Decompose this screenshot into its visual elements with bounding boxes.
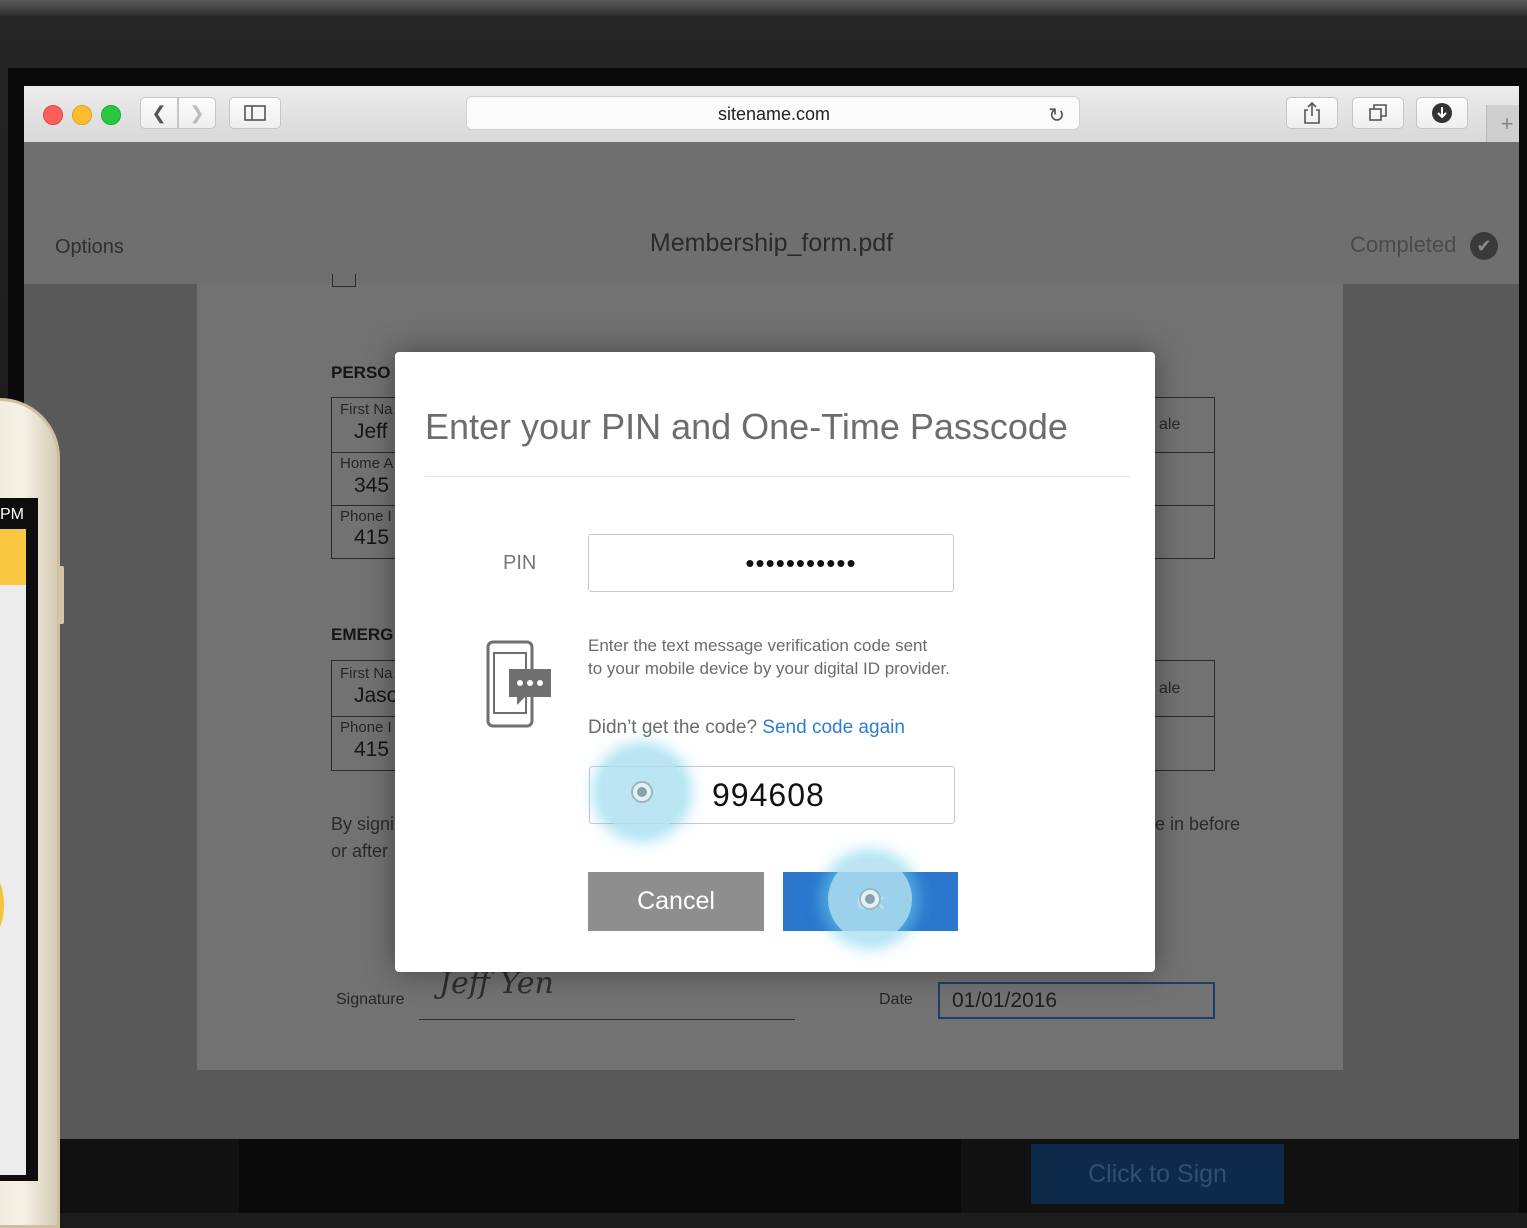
home-address-value[interactable]: 345 (354, 474, 389, 498)
divider (331, 452, 401, 453)
emergency-first-name-value[interactable]: Jaso (354, 684, 398, 708)
pin-label: PIN (503, 552, 537, 574)
tabs-overview-button[interactable] (1352, 97, 1404, 129)
phone-notification-bar (0, 529, 26, 585)
chevron-left-icon: ❮ (151, 102, 167, 123)
phone-clock: PM (0, 506, 24, 523)
personal-section-heading: PERSO (331, 363, 391, 382)
instruction-text-line1: Enter the text message verification code… (588, 636, 928, 655)
cancel-button[interactable]: Cancel (588, 872, 764, 931)
back-button[interactable]: ❮ (140, 97, 178, 129)
download-icon (1432, 103, 1452, 123)
app-header (24, 142, 1519, 284)
divider (1152, 452, 1215, 453)
divider (1152, 505, 1215, 506)
pin-passcode-dialog: Enter your PIN and One-Time Passcode PIN… (395, 352, 1155, 972)
divider (331, 505, 401, 506)
sidebar-toggle-button[interactable] (229, 97, 281, 129)
zoom-window-button[interactable] (101, 105, 121, 125)
divider (331, 716, 401, 717)
emergency-first-name-label: First Na (340, 665, 393, 682)
tabs-icon (1369, 104, 1387, 121)
completed-status: Completed (1350, 232, 1457, 257)
browser-toolbar: ❮ ❯ sitename.com ↻ (24, 86, 1519, 143)
forward-button[interactable]: ❯ (178, 97, 216, 129)
bottom-bar-center (239, 1139, 961, 1213)
touch-point-icon (631, 781, 653, 803)
close-window-button[interactable] (43, 105, 63, 125)
resend-prompt-text: Didn’t get the code? (588, 717, 758, 738)
send-code-again-link[interactable]: Send code again (762, 717, 905, 738)
date-field[interactable]: 01/01/2016 (938, 982, 1215, 1019)
consent-text-start: By signi (331, 814, 395, 834)
emergency-gender-label: ale (1159, 680, 1181, 697)
reload-icon[interactable]: ↻ (1048, 103, 1065, 128)
sidebar-icon (244, 105, 266, 121)
url-text: sitename.com (717, 104, 831, 124)
phone-label: Phone I (340, 508, 392, 525)
address-bar[interactable]: sitename.com ↻ (466, 96, 1080, 130)
consent-text-end: e in before (1155, 814, 1241, 834)
emergency-phone-value[interactable]: 415 (354, 738, 389, 762)
document-title: Membership_form.pdf (649, 229, 894, 257)
divider (1152, 716, 1215, 717)
consent-text-line2: or after (331, 841, 389, 861)
phone-value[interactable]: 415 (354, 526, 389, 550)
instruction-text-line2: to your mobile device by your digital ID… (588, 659, 950, 678)
first-name-label: First Na (340, 401, 393, 418)
touch-point-icon (859, 888, 881, 910)
emergency-section-heading: EMERG (331, 625, 394, 644)
signature-line (419, 1019, 795, 1020)
date-label: Date (879, 991, 913, 1008)
home-address-label: Home A (340, 455, 394, 472)
phone-content (0, 585, 26, 1175)
downloads-button[interactable] (1416, 97, 1468, 129)
touch-indicator-otp (600, 750, 684, 834)
phone-side-button (58, 566, 64, 624)
checkmark-icon: ✔ (1470, 232, 1498, 260)
emergency-phone-label: Phone I (340, 719, 392, 736)
signature-label: Signature (336, 991, 405, 1008)
share-icon (1304, 102, 1320, 124)
resend-prompt: Didn’t get the code? Send code again (588, 717, 905, 739)
touch-indicator-ok (828, 857, 912, 941)
mobile-message-icon (486, 640, 551, 728)
dialog-title: Enter your PIN and One-Time Passcode (425, 406, 1068, 447)
share-button[interactable] (1286, 97, 1338, 129)
plus-icon: + (1500, 111, 1514, 136)
pin-input[interactable]: ••••••••••• (588, 534, 954, 592)
minimize-window-button[interactable] (72, 105, 92, 125)
otp-value: 994608 (712, 777, 825, 813)
form-checkbox[interactable] (332, 274, 356, 287)
dialog-divider (425, 476, 1130, 477)
chevron-right-icon: ❯ (189, 102, 205, 123)
new-tab-button[interactable]: + (1486, 105, 1519, 143)
first-name-value[interactable]: Jeff (354, 420, 387, 444)
outer-top-strip (0, 0, 1527, 16)
click-to-sign-button[interactable]: Click to Sign (1031, 1144, 1284, 1204)
gender-label: ale (1159, 416, 1181, 433)
